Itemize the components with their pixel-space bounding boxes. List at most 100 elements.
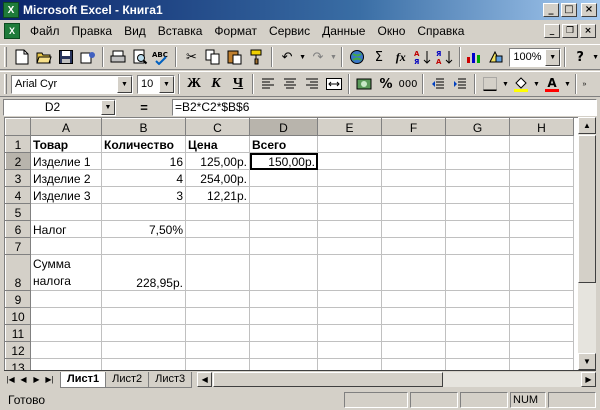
cell[interactable] xyxy=(381,324,446,342)
sheet-tab-2[interactable]: Лист2 xyxy=(105,371,150,388)
cell[interactable]: Изделие 3 xyxy=(30,186,102,204)
cell[interactable] xyxy=(249,186,318,204)
row-header[interactable]: 8 xyxy=(5,254,31,291)
cell[interactable] xyxy=(101,307,186,325)
toolbar-grip[interactable] xyxy=(4,74,7,94)
save-disk-icon[interactable] xyxy=(55,46,77,68)
cell[interactable] xyxy=(249,237,318,255)
column-header-d[interactable]: D xyxy=(249,118,318,136)
undo-icon[interactable]: ↶ xyxy=(276,46,298,68)
cell[interactable] xyxy=(317,152,382,170)
sort-descending-icon[interactable]: ЯA xyxy=(434,46,456,68)
cell[interactable] xyxy=(445,169,510,187)
currency-icon[interactable] xyxy=(353,73,375,95)
cell[interactable] xyxy=(509,203,574,221)
row-header[interactable]: 7 xyxy=(5,237,31,255)
row-header[interactable]: 5 xyxy=(5,203,31,221)
insert-function-icon[interactable]: fx xyxy=(390,46,412,68)
cell[interactable] xyxy=(317,220,382,238)
cell[interactable]: 254,00р. xyxy=(185,169,250,187)
active-cell[interactable]: 150,00р. xyxy=(249,152,318,170)
cell[interactable] xyxy=(185,307,250,325)
row-header[interactable]: 6 xyxy=(5,220,31,238)
cell[interactable] xyxy=(249,307,318,325)
scroll-up-icon[interactable]: ▲ xyxy=(578,117,596,134)
cell[interactable] xyxy=(509,341,574,359)
cell[interactable] xyxy=(509,290,574,308)
cell[interactable] xyxy=(249,169,318,187)
cell[interactable] xyxy=(30,237,102,255)
borders-dropdown-icon[interactable]: ▼ xyxy=(501,73,510,95)
row-header[interactable]: 2 xyxy=(5,152,31,170)
menu-format[interactable]: Формат xyxy=(208,24,263,38)
cell[interactable] xyxy=(445,341,510,359)
cell[interactable] xyxy=(381,341,446,359)
cell[interactable] xyxy=(101,237,186,255)
cell[interactable] xyxy=(445,220,510,238)
cell[interactable] xyxy=(381,237,446,255)
cell[interactable] xyxy=(185,254,250,291)
cell[interactable] xyxy=(249,290,318,308)
last-sheet-icon[interactable]: ▶| xyxy=(43,372,56,387)
cell[interactable] xyxy=(445,186,510,204)
new-document-icon[interactable] xyxy=(11,46,33,68)
print-icon[interactable] xyxy=(107,46,129,68)
prev-sheet-icon[interactable]: ◀ xyxy=(17,372,30,387)
column-header-f[interactable]: F xyxy=(381,118,446,136)
fill-color-bucket-icon[interactable] xyxy=(510,73,532,95)
cell[interactable]: 16 xyxy=(101,152,186,170)
cell[interactable] xyxy=(445,152,510,170)
menu-help[interactable]: Справка xyxy=(411,24,470,38)
cell[interactable]: Всего xyxy=(249,135,318,153)
cell[interactable] xyxy=(249,220,318,238)
cell[interactable]: Количество xyxy=(101,135,186,153)
cut-scissors-icon[interactable]: ✂ xyxy=(180,46,202,68)
cell[interactable]: 3 xyxy=(101,186,186,204)
chevron-down-icon[interactable]: ▼ xyxy=(545,48,561,66)
doc-close-button[interactable]: × xyxy=(580,24,596,38)
cell[interactable] xyxy=(30,203,102,221)
cell[interactable] xyxy=(445,237,510,255)
cell[interactable] xyxy=(445,307,510,325)
cell[interactable] xyxy=(381,169,446,187)
scroll-left-icon[interactable]: ◀ xyxy=(197,372,213,387)
cell[interactable] xyxy=(381,358,446,370)
menu-edit[interactable]: Правка xyxy=(66,24,119,38)
spellcheck-icon[interactable]: ABC xyxy=(151,46,173,68)
sort-ascending-icon[interactable]: AЯ xyxy=(412,46,434,68)
cell[interactable] xyxy=(317,169,382,187)
zoom-select[interactable]: 100% ▼ xyxy=(509,47,562,67)
cell[interactable]: Налог xyxy=(30,220,102,238)
chart-wizard-icon[interactable] xyxy=(464,46,486,68)
cell[interactable] xyxy=(509,358,574,370)
name-box[interactable]: D2 ▼ xyxy=(3,98,116,116)
cell[interactable] xyxy=(185,358,250,370)
row-header[interactable]: 1 xyxy=(5,135,31,153)
cell[interactable]: Изделие 2 xyxy=(30,169,102,187)
horizontal-scroll-thumb[interactable] xyxy=(213,372,444,387)
close-button[interactable]: × xyxy=(581,3,597,17)
cell[interactable] xyxy=(509,135,574,153)
drawing-icon[interactable] xyxy=(485,46,507,68)
italic-button[interactable]: К xyxy=(205,73,227,95)
cell[interactable] xyxy=(381,254,446,291)
document-icon[interactable]: X xyxy=(4,23,20,39)
hyperlink-globe-icon[interactable] xyxy=(346,46,368,68)
print-preview-icon[interactable] xyxy=(129,46,151,68)
row-header[interactable]: 4 xyxy=(5,186,31,204)
align-center-icon[interactable] xyxy=(279,73,301,95)
cell[interactable]: 4 xyxy=(101,169,186,187)
fill-color-dropdown-icon[interactable]: ▼ xyxy=(532,73,541,95)
toolbar-options-icon[interactable]: » xyxy=(580,73,589,95)
scroll-down-icon[interactable]: ▼ xyxy=(578,353,596,370)
redo-dropdown-icon[interactable]: ▼ xyxy=(329,46,338,68)
cell[interactable] xyxy=(445,324,510,342)
cell[interactable]: 228,95р. xyxy=(101,254,186,291)
help-icon[interactable]: ? xyxy=(569,46,591,68)
menu-file[interactable]: Файл xyxy=(24,24,66,38)
menu-tools[interactable]: Сервис xyxy=(263,24,316,38)
undo-dropdown-icon[interactable]: ▼ xyxy=(298,46,307,68)
cell[interactable] xyxy=(30,324,102,342)
doc-restore-button[interactable]: ❐ xyxy=(562,24,578,38)
row-header[interactable]: 10 xyxy=(5,307,31,325)
